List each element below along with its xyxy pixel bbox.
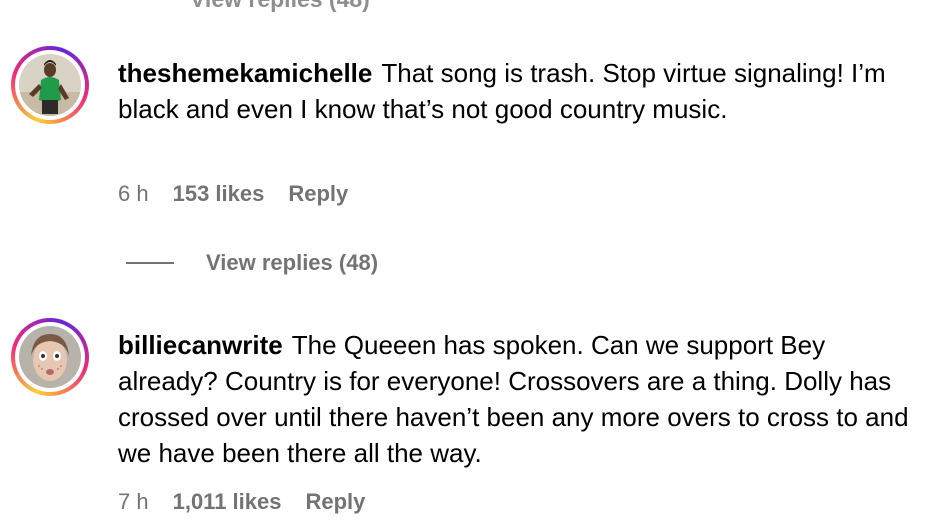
view-replies-truncated[interactable]: View replies (48) [190, 0, 370, 13]
reply-button[interactable]: Reply [305, 489, 365, 515]
avatar[interactable] [19, 54, 81, 116]
avatar[interactable] [19, 326, 81, 388]
comment-meta: 7 h 1,011 likes Reply [118, 489, 365, 515]
comment-text: billiecanwrite The Queeen has spoken. Can… [118, 327, 918, 471]
comment-timestamp: 7 h [118, 489, 149, 514]
avatar-story-ring[interactable] [11, 318, 89, 396]
comment-meta: 6 h 153 likes Reply [118, 181, 348, 207]
reply-button[interactable]: Reply [288, 181, 348, 207]
comment-likes[interactable]: 153 likes [173, 181, 265, 207]
comment-text: theshemekamichelle That song is trash. St… [118, 55, 918, 127]
comment-username[interactable]: theshemekamichelle [118, 58, 372, 88]
view-replies-line [126, 262, 174, 264]
comment-likes[interactable]: 1,011 likes [173, 489, 282, 515]
view-replies-button[interactable]: View replies (48) [126, 250, 378, 276]
comment-timestamp: 6 h [118, 181, 149, 206]
comment-username[interactable]: billiecanwrite [118, 330, 283, 360]
view-replies-label[interactable]: View replies (48) [206, 250, 378, 276]
avatar-story-ring[interactable] [11, 46, 89, 124]
